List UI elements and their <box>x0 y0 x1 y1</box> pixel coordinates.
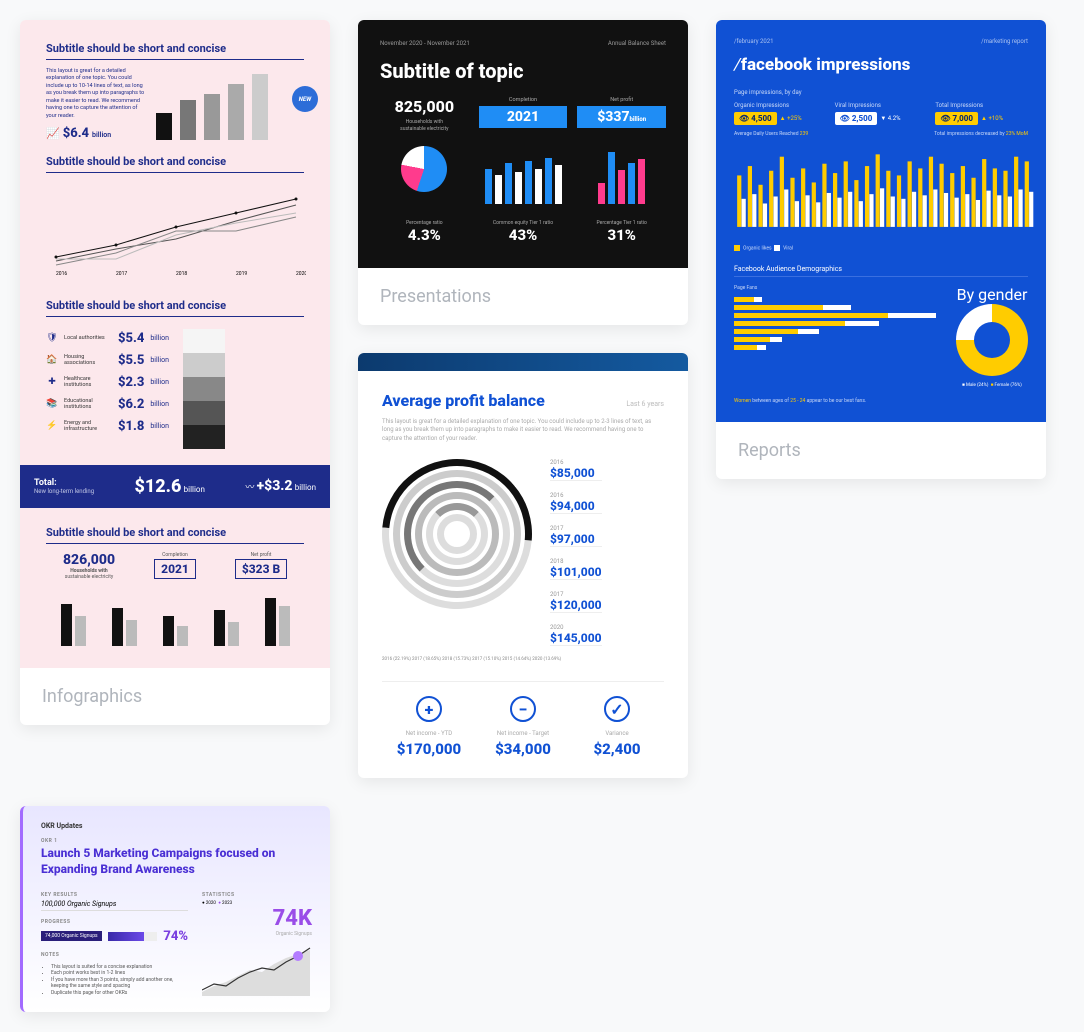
infographics-body: Subtitle should be short and concise Thi… <box>20 20 330 668</box>
reports-label: Reports <box>716 422 1046 479</box>
presentations-label: Presentations <box>358 268 688 325</box>
stat-unit: billion <box>92 131 111 139</box>
svg-text:2016: 2016 <box>56 271 67 277</box>
plus-circle-icon: + <box>416 696 442 722</box>
avg-trio: +Net income - YTD$170,000 −Net income - … <box>382 681 664 758</box>
okr-progress: 74,000 Organic Signups 74% <box>41 929 188 944</box>
spend-row: 🏠Housing associations$5.5billion <box>46 353 169 368</box>
spend-row: 📚Educational institutions$6.2billion <box>46 397 169 412</box>
spend-row: ⚡Energy and infrastructure$1.8billion <box>46 419 169 434</box>
line-chart-1: 2016 2017 2018 2019 2020 <box>46 187 306 277</box>
reports-footer: Women between ages of 25 - 24 appear to … <box>734 398 1028 404</box>
presentations-charts <box>380 146 666 210</box>
infographics-label: Infographics <box>20 668 330 725</box>
house-icon: 🏠 <box>46 355 58 365</box>
svg-text:2018: 2018 <box>176 271 187 277</box>
bolt-icon: ⚡ <box>46 421 58 431</box>
okr-title: Launch 5 Marketing Campaigns focused on … <box>41 846 312 877</box>
impressions-bar-chart <box>734 145 1039 229</box>
reports-body: /february 2021/marketing report /faceboo… <box>716 20 1046 422</box>
stat-value: $6.4 <box>63 126 89 141</box>
new-badge-icon: NEW <box>292 86 318 112</box>
page-fans-bars: Page Fans <box>734 285 936 388</box>
avg-title: Average profit balance <box>382 391 545 410</box>
stat-big: $6.4 billion <box>46 126 146 141</box>
okr-area-chart <box>202 946 312 996</box>
trio-bars-chart <box>46 590 304 646</box>
reports-card[interactable]: /february 2021/marketing report /faceboo… <box>716 20 1046 479</box>
year-list: 2016$85,000 2016$94,000 2017$97,000 2018… <box>550 459 602 646</box>
spend-row: ✚Healthcare institutions$2.3billion <box>46 375 169 390</box>
avg-profit-card[interactable]: Average profit balanceLast 6 years This … <box>358 353 688 778</box>
pie-chart-icon <box>401 146 447 192</box>
presentations-body: November 2020 - November 2021Annual Bala… <box>358 20 688 268</box>
rings-chart <box>382 459 532 609</box>
shield-icon: 🛡 <box>46 333 58 343</box>
svg-text:2020: 2020 <box>296 271 306 277</box>
svg-text:2019: 2019 <box>236 271 247 277</box>
subtitle-1: Subtitle should be short and concise <box>46 42 304 60</box>
intro-text: This layout is great for a detailed expl… <box>46 68 146 120</box>
okr-big-stat: 74KOrganic Signups <box>202 906 312 937</box>
reports-title: /facebook impressions <box>734 55 1028 75</box>
plus-icon: ✚ <box>46 377 58 387</box>
total-bar: Total:New long-term lending $12.6 billio… <box>20 465 330 508</box>
minus-circle-icon: − <box>510 696 536 722</box>
gender-donut-chart <box>956 304 1028 376</box>
spend-row: 🛡Local authorities$5.4billion <box>46 331 169 346</box>
okr-notes: This layout is suited for a concise expl… <box>41 964 188 997</box>
check-circle-icon: ✓ <box>604 696 630 722</box>
presentations-card[interactable]: November 2020 - November 2021Annual Bala… <box>358 20 688 325</box>
subtitle-4: Subtitle should be short and concise <box>46 526 304 544</box>
subtitle-2: Subtitle should be short and concise <box>46 155 304 173</box>
demographics-title: Facebook Audience Demographics <box>734 265 1028 277</box>
impression-pills: Organic Impressions👁 4,500▲ +25% Viral I… <box>734 102 1028 125</box>
infographics-card[interactable]: Subtitle should be short and concise Thi… <box>20 20 330 725</box>
bars-chart-1: NEW <box>156 68 304 140</box>
svg-text:2017: 2017 <box>116 271 127 277</box>
presentation-title: Subtitle of topic <box>380 59 666 83</box>
template-gallery: Subtitle should be short and concise Thi… <box>20 20 1064 1012</box>
spending-list: 🛡Local authorities$5.4billion 🏠Housing a… <box>46 331 169 449</box>
color-swatches <box>183 329 225 449</box>
okr-card[interactable]: OKR Updates OKR 1 Launch 5 Marketing Cam… <box>20 806 330 1012</box>
book-icon: 📚 <box>46 399 58 409</box>
reports-legend: Organic likes Viral <box>734 245 1028 251</box>
subtitle-3: Subtitle should be short and concise <box>46 299 304 317</box>
trio-stats: 826,000Households withsustainable electr… <box>46 552 304 580</box>
